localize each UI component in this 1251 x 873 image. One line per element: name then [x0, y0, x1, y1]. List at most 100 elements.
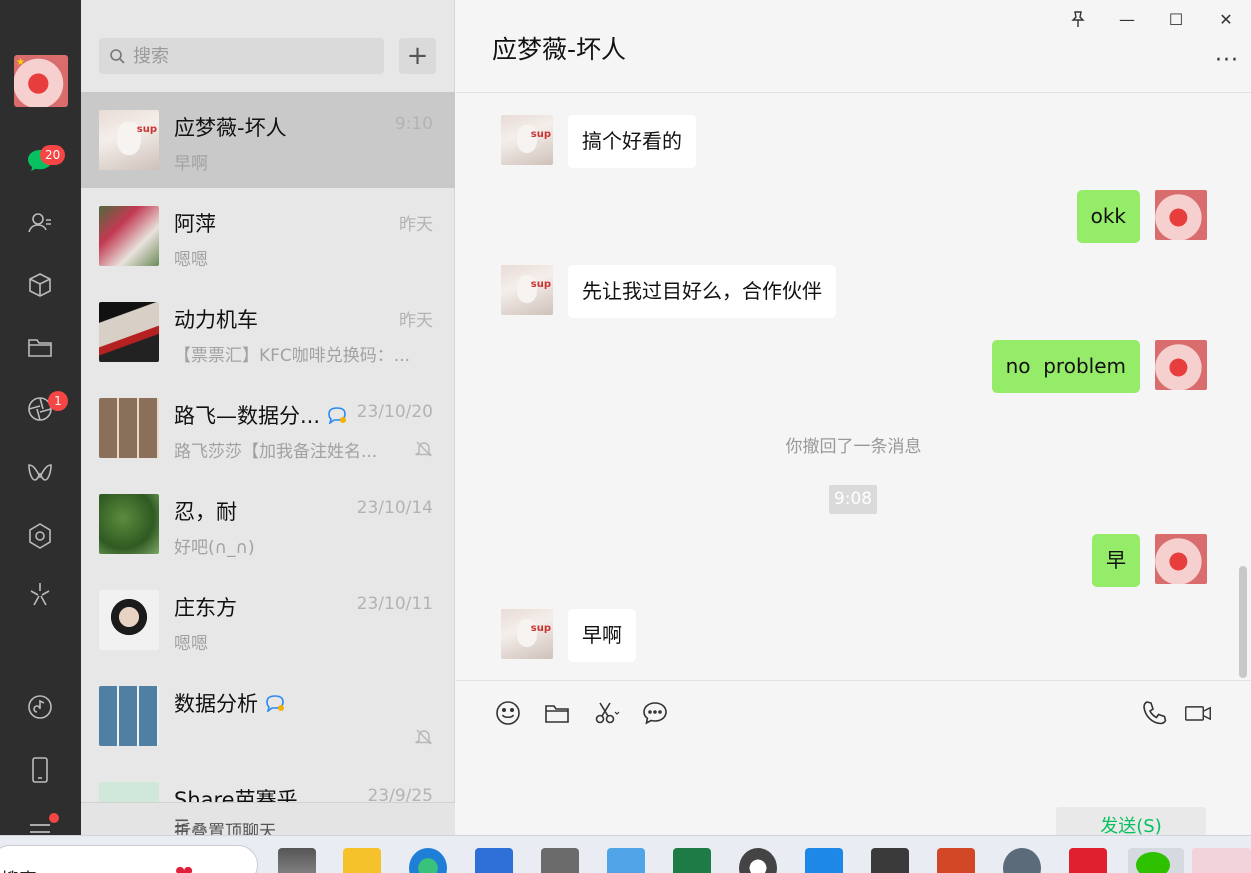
chat-item[interactable]: 数据分析 — [81, 668, 455, 764]
chat-name: 忍，耐 — [174, 500, 237, 524]
message-bubble[interactable]: 搞个好看的 — [568, 115, 696, 168]
more-options-button[interactable]: ··· — [1215, 48, 1239, 73]
screenshot-scissors-icon[interactable] — [591, 698, 621, 728]
folded-chats-bar[interactable]: ☰ 折叠置顶聊天 — [81, 802, 455, 835]
notes-icon[interactable] — [607, 848, 645, 873]
group-chat-icon — [264, 693, 286, 717]
chat-name: Share芭赛乎 — [174, 788, 298, 802]
file-explorer-icon[interactable] — [343, 848, 381, 873]
chat-preview: 路飞莎莎【加我备注姓名... — [174, 442, 378, 462]
search-box[interactable] — [99, 38, 384, 74]
group-avatar — [99, 398, 159, 458]
contact-avatar[interactable] — [501, 265, 553, 315]
nav-rail: ★ 20 1 — [0, 0, 81, 835]
chat-avatar — [99, 782, 159, 802]
edge-browser-icon[interactable] — [409, 848, 447, 873]
mini-programs-icon[interactable] — [22, 518, 58, 554]
music-icon[interactable] — [22, 689, 58, 725]
chat-avatar — [99, 110, 159, 170]
search-input[interactable] — [133, 45, 353, 67]
message-bubble[interactable]: okk — [1076, 190, 1140, 243]
emoji-icon[interactable] — [493, 698, 523, 728]
close-button[interactable]: ✕ — [1215, 8, 1237, 30]
settings-gear-icon[interactable] — [1003, 848, 1041, 873]
message-bubble[interactable]: no problem — [991, 340, 1140, 393]
store-icon[interactable] — [475, 848, 513, 873]
chat-time: 9:10 — [394, 114, 433, 134]
group-chat-icon — [326, 405, 348, 429]
chat-time: 23/10/14 — [356, 498, 433, 518]
network-app-icon[interactable] — [739, 848, 777, 873]
menu-dot — [49, 813, 59, 823]
pinned-window-icon[interactable] — [1192, 848, 1251, 873]
chat-preview: 好吧(∩_∩) — [174, 538, 255, 558]
collections-icon[interactable] — [22, 267, 58, 303]
video-call-icon[interactable] — [1182, 698, 1214, 728]
chat-preview: 嗯嗯 — [174, 250, 208, 270]
maximize-button[interactable]: ☐ — [1165, 8, 1187, 30]
taskview-app-icon[interactable] — [278, 848, 316, 873]
chat-history-icon[interactable] — [640, 698, 670, 728]
chat-item[interactable]: 应梦薇-坏人 9:10 早啊 — [81, 92, 455, 188]
folder-icon[interactable] — [542, 698, 572, 728]
wechat-window: ★ 20 1 搜索 + sup 应梦薇-坏人 9:10 早啊 阿萍 昨天 嗯嗯 … — [0, 0, 1251, 873]
recall-notice: 你撤回了一条消息 — [785, 437, 922, 457]
chat-name: 阿萍 — [174, 212, 216, 236]
taskbar-search-label: 搜索 — [1, 866, 37, 873]
contact-avatar[interactable] — [501, 115, 553, 165]
moments-badge: 1 — [48, 391, 68, 411]
message-bubble[interactable]: 早啊 — [568, 609, 636, 662]
conversation-title: 应梦薇-坏人 — [492, 35, 627, 64]
my-avatar[interactable] — [1155, 190, 1207, 240]
files-icon[interactable] — [22, 329, 58, 365]
message-scrollbar[interactable] — [1239, 566, 1247, 678]
pin-icon[interactable] — [1067, 8, 1089, 30]
chat-time: 23/10/20 — [356, 402, 433, 422]
chat-name: 路飞—数据分... — [174, 400, 348, 430]
chat-preview: 早啊 — [174, 154, 208, 174]
chat-preview: 嗯嗯 — [174, 634, 208, 654]
chat-item[interactable]: 忍，耐 23/10/14 好吧(∩_∩) — [81, 476, 455, 572]
message-input[interactable] — [476, 737, 1226, 797]
netease-music-icon[interactable] — [1069, 848, 1107, 873]
contact-avatar[interactable] — [501, 609, 553, 659]
voice-call-icon[interactable] — [1140, 698, 1170, 728]
chat-list-panel: + 应梦薇-坏人 9:10 早啊 阿萍 昨天 嗯嗯 动力机车 昨天 【票票汇】K… — [81, 0, 455, 835]
excel-icon[interactable] — [673, 848, 711, 873]
powerpoint-icon[interactable] — [937, 848, 975, 873]
minimize-button[interactable]: — — [1116, 8, 1138, 30]
user-avatar[interactable]: ★ — [14, 55, 68, 107]
avatar-star: ★ — [16, 57, 25, 68]
chat-name: 应梦薇-坏人 — [174, 116, 287, 140]
chat-time: 昨天 — [399, 311, 433, 331]
feishu-icon[interactable] — [805, 848, 843, 873]
message-bubble[interactable]: 先让我过目好么，合作伙伴 — [568, 265, 836, 318]
unread-badge: 20 — [40, 145, 66, 165]
contacts-icon[interactable] — [22, 205, 58, 241]
wechat-taskbar-icon[interactable] — [1128, 848, 1184, 873]
mute-bell-icon — [415, 729, 433, 745]
app-m-icon[interactable] — [541, 848, 579, 873]
search-icon — [110, 49, 125, 64]
message-bubble[interactable]: 早 — [1092, 534, 1140, 587]
phone-icon[interactable] — [22, 752, 58, 788]
wechat-logo-icon — [1136, 852, 1170, 873]
search-nav-icon[interactable] — [22, 576, 58, 612]
timestamp-chip: 9:08 — [829, 485, 877, 514]
channels-icon[interactable] — [22, 455, 58, 491]
add-chat-button[interactable]: + — [399, 38, 436, 74]
chat-item[interactable]: 路飞—数据分... 23/10/20 路飞莎莎【加我备注姓名... — [81, 380, 455, 476]
chat-item[interactable]: 阿萍 昨天 嗯嗯 — [81, 188, 455, 284]
message-list: 搞个好看的 okk 先让我过目好么，合作伙伴 no problem 你撤回了一条… — [456, 92, 1251, 680]
taskbar-search[interactable]: 搜索 ❤ — [0, 845, 258, 873]
chat-item[interactable]: 庄东方 23/10/11 嗯嗯 — [81, 572, 455, 668]
my-avatar[interactable] — [1155, 534, 1207, 584]
my-avatar[interactable] — [1155, 340, 1207, 390]
chat-item[interactable]: Share芭赛乎 23/9/25 — [81, 764, 455, 802]
chat-name-text: 数据分析 — [174, 692, 258, 716]
mute-bell-icon — [415, 441, 433, 457]
os-taskbar: 搜索 ❤ — [0, 835, 1251, 873]
chat-time: 昨天 — [399, 215, 433, 235]
terminal-icon[interactable] — [871, 848, 909, 873]
chat-item[interactable]: 动力机车 昨天 【票票汇】KFC咖啡兑换码：... — [81, 284, 455, 380]
